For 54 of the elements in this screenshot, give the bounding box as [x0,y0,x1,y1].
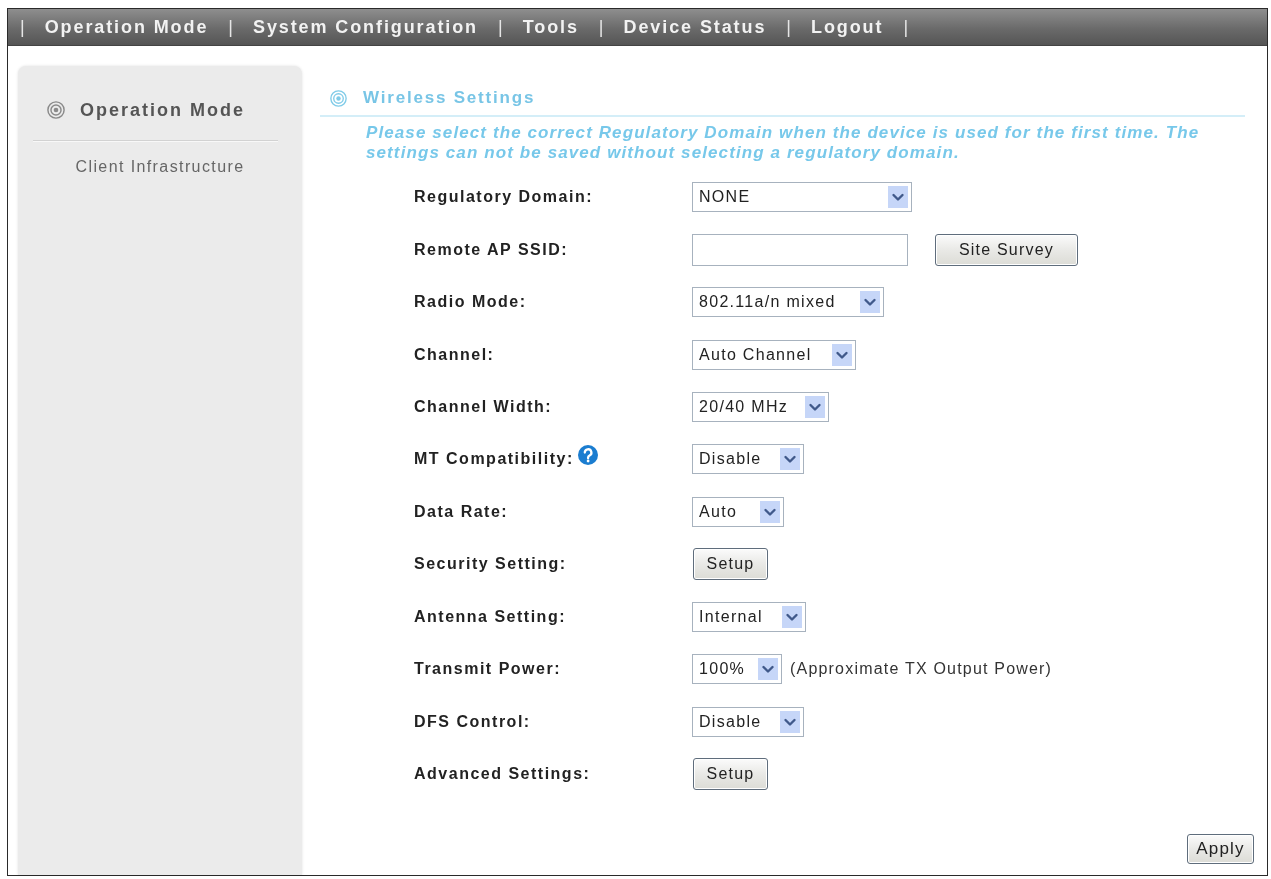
chevron-down-icon [888,186,908,209]
menu-link[interactable]: Logout [811,16,884,38]
site-survey-button[interactable]: Site Survey [935,233,1078,266]
apply-button[interactable]: Apply [1187,834,1254,864]
dropdown[interactable]: 20/40 MHz [692,391,829,422]
field-label: DFS Control: [414,712,531,731]
chevron-down-icon [758,658,778,681]
menu-separator: | [903,16,909,38]
section-title: Wireless Settings [363,88,536,108]
sidebar-title: Operation Mode [80,99,245,122]
field-label: Security Setting: [414,555,567,574]
dropdown[interactable]: 100% [692,654,782,685]
dropdown[interactable]: Internal [692,601,806,632]
menu-link[interactable]: Device Status [623,16,767,38]
field-label: Regulatory Domain: [414,188,593,207]
menu-separator: | [228,16,233,38]
help-icon[interactable] [577,445,598,466]
menu-link[interactable]: Operation Mode [44,16,209,38]
field-label: Remote AP SSID: [414,240,569,259]
setup-button[interactable]: Setup [693,758,768,791]
dropdown[interactable]: Auto Channel [692,339,856,370]
chevron-down-icon [805,395,825,418]
target-icon [330,89,347,107]
chevron-down-icon [780,710,800,733]
menu-separator: | [598,16,604,38]
field-label: Channel Width: [414,397,553,416]
menu-separator: | [498,16,503,38]
dropdown[interactable]: NONE [692,182,912,213]
chevron-down-icon [780,448,800,471]
chevron-down-icon [832,343,852,366]
field-label: Radio Mode: [414,293,527,312]
dropdown[interactable]: Auto [692,496,784,527]
chevron-down-icon [782,605,802,628]
hint-text: (Approximate TX Output Power) [790,660,1053,679]
sidebar-item[interactable]: Client Infrastructure [75,155,245,179]
instruction-text: Please select the correct Regulatory Domain when the device is used for the first time. The settings can not be saved without selecting a regulatory domain. [366,123,1201,163]
menu-link[interactable]: System Configuration [253,16,478,38]
dropdown[interactable]: 802.11a/n mixed [692,287,884,318]
menu-separator: | [786,16,791,38]
chevron-down-icon [760,500,780,523]
dropdown[interactable]: Disable [692,706,804,737]
dropdown[interactable]: Disable [692,444,804,475]
field-label: Data Rate: [414,502,509,521]
field-label: MT Compatibility: [414,450,574,469]
chevron-down-icon [860,291,880,314]
target-icon [47,101,65,119]
field-label: Advanced Settings: [414,765,591,784]
setup-button[interactable]: Setup [693,548,768,581]
input-field[interactable] [692,233,908,266]
menu-link[interactable]: Tools [522,16,579,38]
field-label: Channel: [414,345,495,364]
field-label: Transmit Power: [414,660,561,679]
field-label: Antenna Setting: [414,607,566,626]
menu-separator: | [20,16,25,38]
